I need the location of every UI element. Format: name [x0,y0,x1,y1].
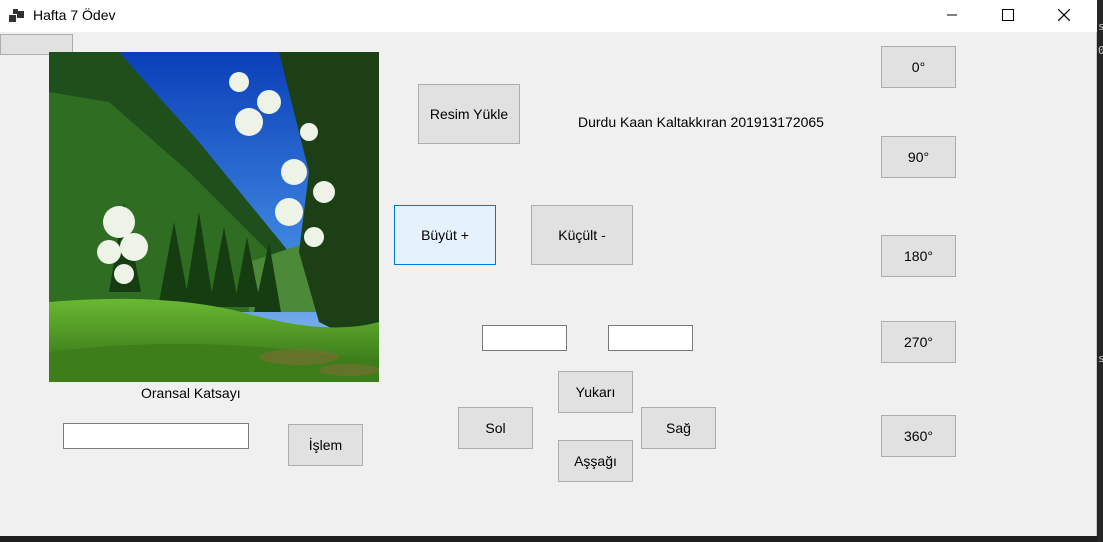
window-title: Hafta 7 Ödev [33,7,116,23]
background-text: 0 [1098,44,1103,57]
app-window: Hafta 7 Ödev Resim Yükle Durdu Kaan Kalt… [0,0,1097,536]
picture-box [49,52,379,382]
minimize-button[interactable] [926,0,978,30]
landscape-image [49,52,379,382]
minimize-icon [947,14,957,16]
author-label: Durdu Kaan Kaltakkıran 201913172065 [578,114,824,130]
ratio-input[interactable] [63,423,249,449]
maximize-icon [1002,9,1014,21]
move-up-button[interactable]: Yukarı [558,371,633,413]
move-down-button[interactable]: Aşşağı [558,440,633,482]
move-right-button[interactable]: Sağ [641,407,716,449]
app-icon [9,9,24,22]
rotate-180-button[interactable]: 180° [881,235,956,277]
shrink-button[interactable]: Küçült - [531,205,633,265]
x-input[interactable] [482,325,567,351]
rotate-270-button[interactable]: 270° [881,321,956,363]
load-image-button[interactable]: Resim Yükle [418,84,520,144]
close-button[interactable] [1038,0,1090,30]
process-button[interactable]: İşlem [288,424,363,466]
move-left-button[interactable]: Sol [458,407,533,449]
form-client-area: Resim Yükle Durdu Kaan Kaltakkıran 20191… [0,32,1097,536]
background-window-strip: s 0 s [1097,0,1103,542]
background-text: s [1098,20,1103,33]
y-input[interactable] [608,325,693,351]
enlarge-button[interactable]: Büyüt + [394,205,496,265]
rotate-360-button[interactable]: 360° [881,415,956,457]
ratio-label: Oransal Katsayı [141,385,241,401]
rotate-90-button[interactable]: 90° [881,136,956,178]
background-text: s [1098,352,1103,365]
rotate-0-button[interactable]: 0° [881,46,956,88]
maximize-button[interactable] [982,0,1034,30]
close-icon [1058,9,1070,21]
title-bar[interactable]: Hafta 7 Ödev [0,0,1097,32]
